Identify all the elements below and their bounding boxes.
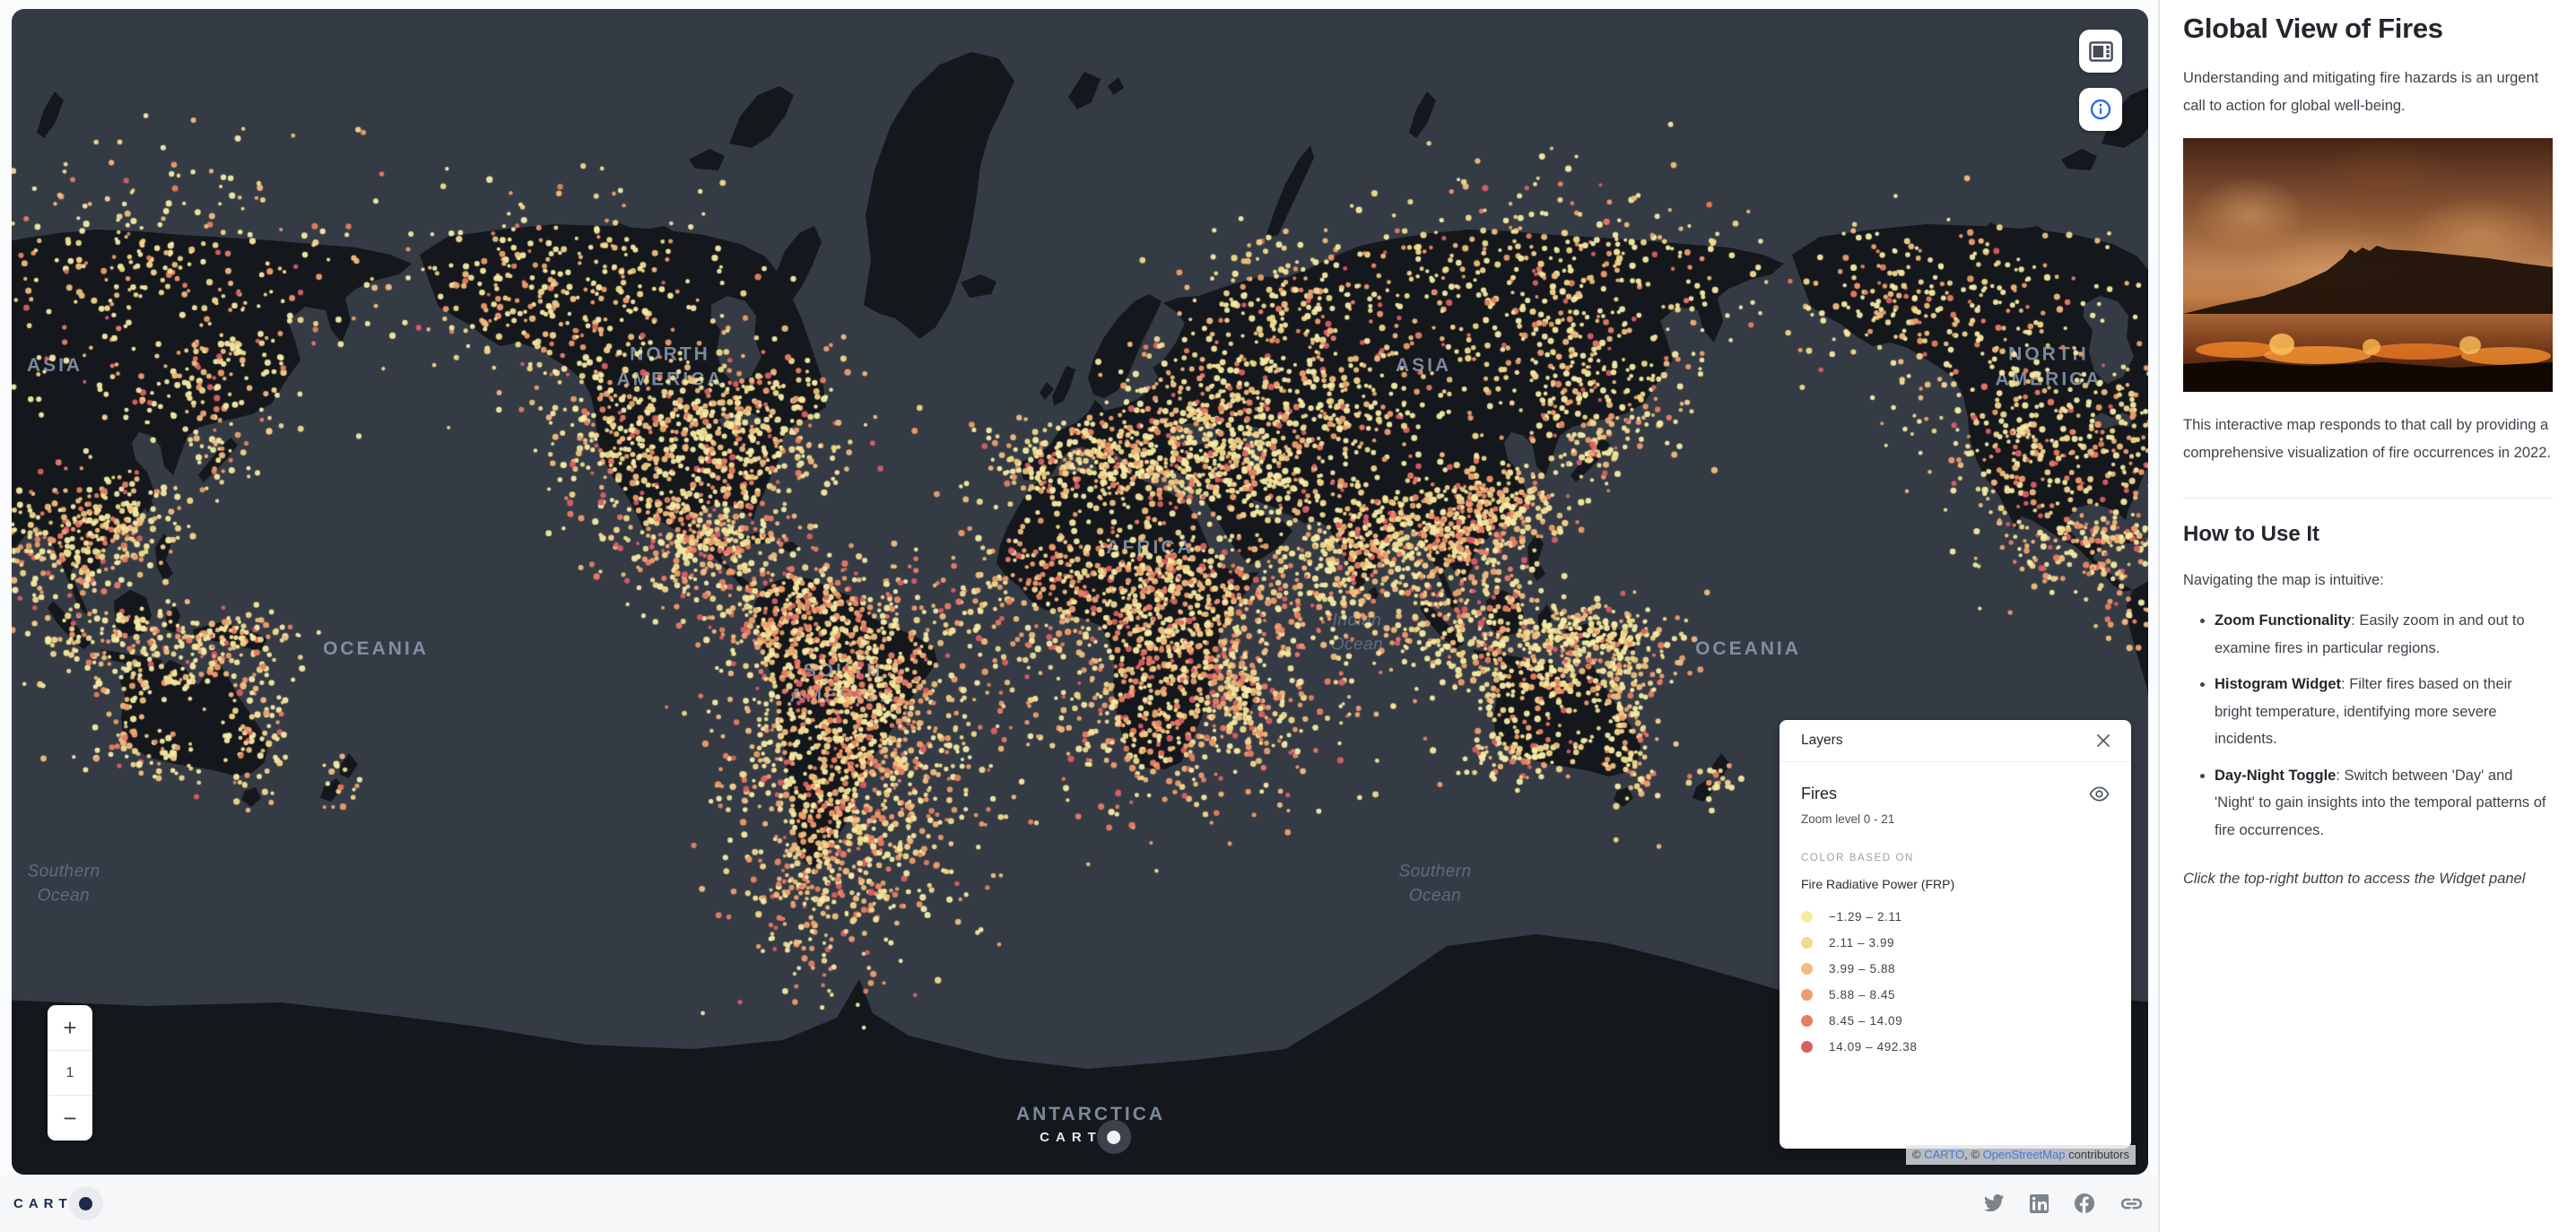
facebook-share-button[interactable] [2074,1193,2095,1214]
page-title: Global View of Fires [2183,13,2553,45]
intro-paragraph: Understanding and mitigating fire hazard… [2183,65,2553,120]
legend: −1.29 – 2.11 2.11 – 3.99 3.99 – 5.88 5.88 –… [1801,904,2110,1060]
how-to-use-intro: Navigating the map is intuitive: [2183,567,2553,594]
info-icon [2090,99,2111,120]
legend-color-dot [1801,911,1813,923]
layers-panel: Layers Fires Zoom level 0 - 21 COLOR BAS [1780,720,2131,1149]
zoom-control: + 1 − [48,1005,92,1141]
layer-name: Fires [1801,785,1837,803]
legend-item: 14.09 – 492.38 [1801,1034,2110,1060]
legend-item: 5.88 – 8.45 [1801,982,2110,1008]
map-canvas-area[interactable]: ASIANORTH AMERICASOUTH AMERICAAFRICAASIA… [12,9,2148,1175]
map-attribution: © CARTO, © OpenStreetMap contributors [1906,1145,2136,1165]
osm-attribution-link[interactable]: OpenStreetMap [1983,1148,2066,1161]
attribution-text: © [1912,1148,1924,1161]
info-button[interactable] [2079,88,2122,131]
watermark-circle [1097,1120,1131,1154]
legend-label: 3.99 – 5.88 [1829,962,1895,976]
map-column: ASIANORTH AMERICASOUTH AMERICAAFRICAASIA… [0,0,2158,1232]
facebook-icon [2074,1193,2095,1214]
legend-item: −1.29 – 2.11 [1801,904,2110,930]
zoom-out-button[interactable]: − [48,1096,92,1141]
legend-label: 5.88 – 8.45 [1829,988,1895,1002]
twitter-share-button[interactable] [1983,1193,2005,1213]
watermark-dot-icon [1107,1131,1120,1144]
attribution-text: , © [1964,1148,1982,1161]
list-item: Day-Night Toggle: Switch between 'Day' a… [2215,762,2553,845]
zoom-level-indicator: 1 [48,1050,92,1096]
how-to-use-heading: How to Use It [2183,522,2553,547]
social-links [1983,1193,2144,1214]
layers-panel-close-button[interactable] [2095,733,2111,749]
widget-panel-hint: Click the top-right button to access the… [2183,865,2553,892]
layers-panel-title: Layers [1801,733,1843,749]
bullet-term: Zoom Functionality [2215,612,2351,629]
photo-silhouette-layer [2183,138,2553,392]
legend-label: 14.09 – 492.38 [1829,1040,1917,1054]
legend-label: 2.11 – 3.99 [1829,936,1894,950]
linkedin-icon [2029,1193,2049,1214]
bullet-term: Day-Night Toggle [2215,768,2336,784]
share-link-icon [2119,1193,2144,1214]
layers-panel-header: Layers [1780,720,2131,762]
legend-color-dot [1801,989,1813,1001]
list-item: Zoom Functionality: Easily zoom in and o… [2215,607,2553,662]
carto-logo[interactable]: CART [13,1186,103,1220]
legend-label: 8.45 – 14.09 [1829,1014,1902,1028]
eye-icon [2089,784,2110,804]
carto-logo-o-halo [69,1186,103,1220]
carto-attribution-link[interactable]: CARTO [1924,1148,1964,1161]
layer-zoom-range: Zoom level 0 - 21 [1801,812,2110,826]
close-icon [2095,733,2111,749]
legend-label: −1.29 – 2.11 [1829,910,1902,924]
widget-panel-button[interactable] [2079,30,2122,73]
wildfire-photo [2183,138,2553,392]
legend-item: 2.11 – 3.99 [1801,930,2110,956]
layer-visibility-toggle[interactable] [2089,784,2110,804]
map-description-paragraph: This interactive map responds to that ca… [2183,412,2553,467]
basemap-carto-watermark: CART [1040,1120,1131,1154]
instructions-list: Zoom Functionality: Easily zoom in and o… [2183,607,2553,844]
watermark-text: CART [1040,1130,1102,1145]
attribution-text: contributors [2065,1148,2129,1161]
sidebar: Global View of Fires Understanding and m… [2160,0,2576,1232]
color-attribute-name: Fire Radiative Power (FRP) [1801,877,2110,891]
legend-color-dot [1801,963,1813,975]
zoom-in-button[interactable]: + [48,1005,92,1050]
widget-panel-icon [2089,41,2113,62]
sidebar-divider [2183,498,2553,499]
legend-color-dot [1801,937,1813,949]
copy-link-button[interactable] [2119,1193,2144,1214]
footer-bar: CART [0,1175,2158,1232]
carto-logo-o-icon [79,1197,92,1210]
carto-logo-text: CART [13,1196,73,1211]
legend-color-dot [1801,1041,1813,1053]
color-based-on-label: COLOR BASED ON [1801,853,2110,863]
legend-item: 8.45 – 14.09 [1801,1008,2110,1034]
twitter-icon [1983,1193,2005,1213]
bullet-term: Histogram Widget [2215,676,2341,692]
list-item: Histogram Widget: Filter fires based on … [2215,671,2553,753]
legend-item: 3.99 – 5.88 [1801,956,2110,982]
linkedin-share-button[interactable] [2029,1193,2049,1214]
legend-color-dot [1801,1015,1813,1027]
